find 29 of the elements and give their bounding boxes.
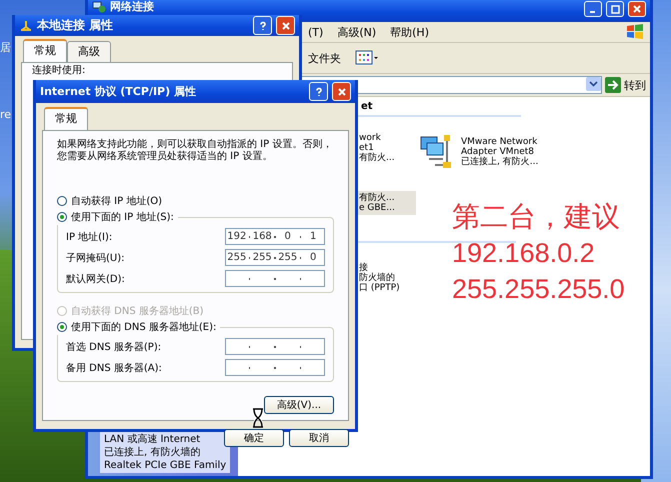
item-text: et1: [359, 143, 374, 153]
item-text: VMware Network: [461, 137, 538, 147]
window-title: 本地连接 属性: [37, 17, 114, 34]
annotation-text: 255.255.255.0: [452, 273, 625, 306]
item-text: 有防火...: [359, 153, 395, 163]
details-text: 已连接上, 有防火墙的: [104, 446, 202, 459]
annotation-text: 第二台，建议: [452, 200, 621, 234]
item-text: 接: [359, 263, 368, 273]
window-title: Internet 协议 (TCP/IP) 属性: [40, 84, 197, 99]
annotation-text: 192.168.0.2: [452, 237, 596, 270]
item-text: work: [359, 133, 382, 143]
field-label: 备用 DNS 服务器(A):: [66, 362, 162, 374]
item-text: 口 (PPTP): [359, 283, 400, 293]
window-title: 网络连接: [110, 1, 155, 13]
desktop-icon-label: re: [0, 108, 12, 121]
field-label: IP 地址(I):: [66, 230, 112, 244]
item-text: Adapter VMnet8: [461, 147, 535, 157]
item-text: 有防火...: [359, 193, 395, 203]
item-text: 已连接上, 有防火...: [461, 157, 538, 167]
field-label: 连接时使用:: [32, 65, 86, 77]
item-text: e GBE...: [359, 203, 395, 213]
desktop-icon-label: 居: [0, 40, 11, 55]
details-text: Realtek PCIe GBE Family: [104, 459, 226, 472]
description-text: 如果网络支持此功能，则可以获取自动指派的 IP 设置。否则，您需要从网络系统管理员处获得适当的 IP 设置。: [57, 139, 334, 163]
field-label: 首选 DNS 服务器(P):: [66, 340, 162, 354]
field-label: 默认网关(D):: [66, 272, 125, 286]
field-label: 子网掩码(U):: [66, 252, 124, 264]
details-text: LAN 或高速 Internet: [104, 433, 202, 446]
item-text: 防火墙的: [359, 273, 396, 283]
